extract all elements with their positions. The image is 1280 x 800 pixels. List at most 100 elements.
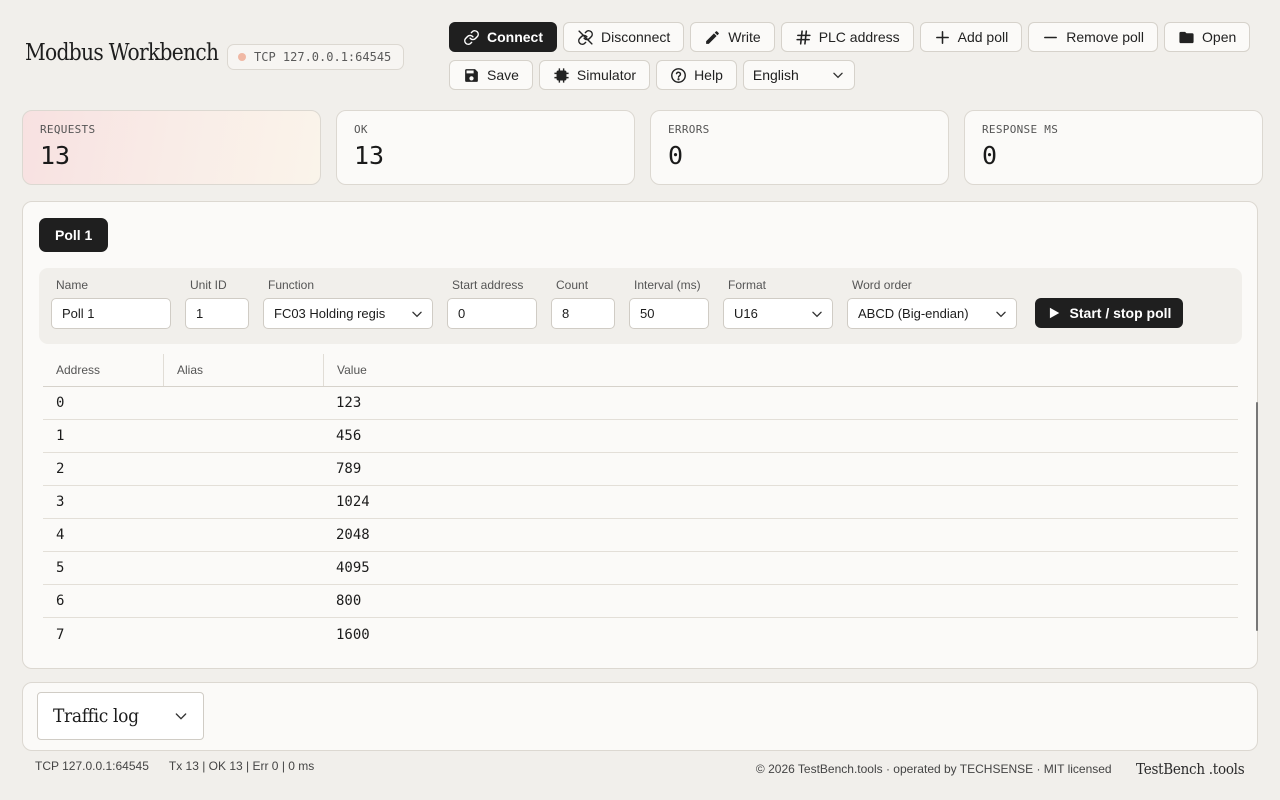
word-order-select[interactable]: ABCD (Big-endian) xyxy=(847,298,1017,329)
stat-label: RESPONSE MS xyxy=(982,123,1059,136)
column-header-value[interactable]: Value xyxy=(323,354,1238,386)
app-title: Modbus Workbench xyxy=(25,40,219,66)
value-cell: 789 xyxy=(336,461,362,477)
pencil-icon xyxy=(706,30,720,44)
table-row[interactable]: 2 789 xyxy=(43,453,1238,486)
status-bar: TCP 127.0.0.1:64545 Tx 13 | OK 13 | Err … xyxy=(35,759,314,773)
chevron-down-icon xyxy=(175,713,187,720)
chevron-down-icon xyxy=(833,72,843,79)
connection-status: TCP 127.0.0.1:64545 xyxy=(227,44,404,70)
address-cell: 5 xyxy=(56,560,65,576)
table-row[interactable]: 7 1600 xyxy=(43,618,1238,651)
count-input[interactable]: 8 xyxy=(551,298,615,329)
table-body: 0 123 1 456 2 789 3 1024 4 2048 5 4095 6 800 7 1600 xyxy=(43,387,1238,651)
play-icon xyxy=(1049,307,1059,319)
write-button[interactable]: Write xyxy=(690,22,775,52)
remove-poll-button[interactable]: Remove poll xyxy=(1028,22,1159,52)
address-cell: 0 xyxy=(56,395,65,411)
stat-value: 13 xyxy=(40,141,71,170)
scrollbar[interactable] xyxy=(1256,402,1258,631)
chevron-down-icon xyxy=(412,311,422,317)
address-cell: 4 xyxy=(56,527,65,543)
field-label: Start address xyxy=(452,278,524,292)
value-cell: 1600 xyxy=(336,626,370,643)
open-button[interactable]: Open xyxy=(1164,22,1251,52)
save-icon xyxy=(465,68,478,82)
table-row[interactable]: 1 456 xyxy=(43,420,1238,453)
plc-address-button[interactable]: PLC address xyxy=(780,22,914,52)
table-row[interactable]: 6 800 xyxy=(43,585,1238,618)
disconnect-button[interactable]: Disconnect xyxy=(563,22,685,52)
stats-row: REQUESTS 13 OK 13 ERRORS 0 RESPONSE MS 0 xyxy=(22,110,1263,185)
address-cell: 1 xyxy=(56,428,65,444)
status-counters: Tx 13 | OK 13 | Err 0 | 0 ms xyxy=(168,759,315,773)
stat-errors: ERRORS 0 xyxy=(650,110,949,185)
traffic-log-toggle[interactable]: Traffic log xyxy=(37,692,204,740)
stat-label: OK xyxy=(354,123,368,136)
status-connection: TCP 127.0.0.1:64545 xyxy=(35,759,149,773)
traffic-log-panel: Traffic log xyxy=(22,682,1258,751)
value-cell: 800 xyxy=(336,593,362,609)
connection-label: TCP 127.0.0.1:64545 xyxy=(254,50,392,64)
stat-value: 0 xyxy=(982,141,998,170)
address-cell: 7 xyxy=(56,626,65,643)
help-button[interactable]: Help xyxy=(656,60,737,90)
value-cell: 123 xyxy=(336,395,362,411)
table-row[interactable]: 0 123 xyxy=(43,387,1238,420)
field-label: Interval (ms) xyxy=(634,278,701,292)
value-cell: 4095 xyxy=(336,560,370,576)
start-address-input[interactable]: 0 xyxy=(447,298,537,329)
field-label: Unit ID xyxy=(190,278,227,292)
folder-icon xyxy=(1179,31,1194,43)
simulator-button[interactable]: Simulator xyxy=(538,60,651,90)
stat-label: ERRORS xyxy=(668,123,710,136)
plus-icon xyxy=(935,30,949,44)
stat-label: REQUESTS xyxy=(40,123,96,136)
field-label: Format xyxy=(728,278,767,292)
table-header: Address Alias Value xyxy=(43,354,1238,387)
poll-config: Name Poll 1 Unit ID 1 Function FC03 Hold… xyxy=(39,268,1242,344)
address-cell: 3 xyxy=(56,494,65,510)
chevron-down-icon xyxy=(996,311,1006,317)
column-header-alias[interactable]: Alias xyxy=(163,354,323,386)
footer-credits: © 2026 TestBench.tools · operated by TEC… xyxy=(756,760,1244,778)
link-icon xyxy=(464,29,479,45)
copyright-link[interactable]: © 2026 TestBench.tools · operated by TEC… xyxy=(756,762,1112,776)
poll-panel: Poll 1 Name Poll 1 Unit ID 1 Function FC… xyxy=(22,201,1258,669)
add-poll-button[interactable]: Add poll xyxy=(919,22,1023,52)
start-stop-poll-button[interactable]: Start / stop poll xyxy=(1035,298,1183,328)
stat-ok: OK 13 xyxy=(336,110,635,185)
connect-button[interactable]: Connect xyxy=(449,22,557,52)
field-label: Word order xyxy=(852,278,912,292)
value-cell: 1024 xyxy=(336,494,370,510)
chevron-down-icon xyxy=(812,311,822,317)
interval-input[interactable]: 50 xyxy=(629,298,709,329)
field-label: Name xyxy=(56,278,89,292)
tab-poll-1[interactable]: Poll 1 xyxy=(39,218,109,252)
help-icon xyxy=(671,67,686,83)
stat-requests: REQUESTS 13 xyxy=(22,110,321,185)
table-row[interactable]: 3 1024 xyxy=(43,486,1238,519)
address-cell: 6 xyxy=(56,593,65,609)
status-dot xyxy=(238,53,246,61)
save-button[interactable]: Save xyxy=(449,60,533,90)
unlink-icon xyxy=(578,29,593,45)
stat-value: 0 xyxy=(668,141,684,170)
column-header-address[interactable]: Address xyxy=(43,354,163,386)
brand-logo: TestBench .tools xyxy=(1135,760,1245,778)
table-row[interactable]: 5 4095 xyxy=(43,552,1238,585)
field-label: Count xyxy=(556,278,589,292)
stat-response-ms: RESPONSE MS 0 xyxy=(964,110,1263,185)
language-select[interactable]: English xyxy=(742,60,855,90)
name-input[interactable]: Poll 1 xyxy=(51,298,171,329)
minus-icon xyxy=(1044,36,1058,38)
value-cell: 2048 xyxy=(336,527,370,543)
function-select[interactable]: FC03 Holding regis xyxy=(263,298,433,329)
value-cell: 456 xyxy=(336,428,362,444)
traffic-log-label: Traffic log xyxy=(53,705,139,727)
table-row[interactable]: 4 2048 xyxy=(43,519,1238,552)
field-label: Function xyxy=(268,278,315,292)
unit-id-input[interactable]: 1 xyxy=(185,298,249,329)
address-cell: 2 xyxy=(56,461,65,477)
format-select[interactable]: U16 xyxy=(723,298,833,329)
